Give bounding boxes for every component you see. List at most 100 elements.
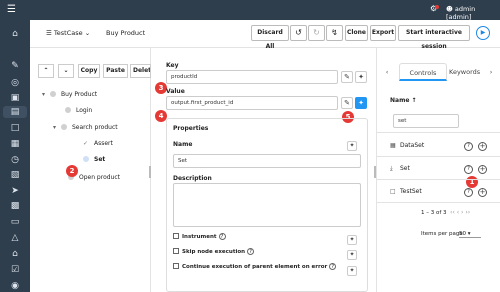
collapse-arrow-icon[interactable]: ▾	[42, 91, 50, 98]
dynamic-name-icon[interactable]: ✦	[347, 141, 357, 151]
testcase-icon[interactable]: ▤	[3, 106, 27, 118]
redo-icon[interactable]: ↻	[308, 25, 325, 41]
copy-button[interactable]: Copy	[78, 64, 100, 78]
list-item-set[interactable]: ⤓ Set	[390, 165, 410, 173]
add-icon[interactable]: +	[478, 142, 487, 151]
help-icon[interactable]: ?	[464, 142, 473, 151]
user-label: admin [admin]	[446, 5, 476, 21]
tree-node-buy-product[interactable]: ▾ Buy Product	[42, 91, 97, 98]
node-bullet-icon	[83, 156, 89, 162]
items-per-page-select[interactable]: 50 ▾	[459, 231, 481, 238]
user-menu[interactable]: ☻ admin [admin]	[446, 5, 500, 21]
house-icon[interactable]: ⌂	[8, 248, 22, 260]
collapse-arrow-icon[interactable]: ▾	[53, 124, 61, 131]
name-label: Name	[173, 141, 193, 148]
dynamic-key-icon[interactable]: ✦	[355, 71, 367, 83]
checkbox-box[interactable]	[173, 263, 179, 269]
checkbox-box[interactable]	[173, 233, 179, 239]
key-input[interactable]: productId	[166, 70, 338, 84]
home-icon[interactable]: ⌂	[8, 28, 22, 40]
step-marker-1: 1	[466, 176, 478, 188]
chevron-up-icon[interactable]: ⌃	[38, 64, 54, 78]
tree-node-label: Set	[94, 156, 106, 163]
discard-all-button[interactable]: Discard All	[251, 25, 289, 50]
help-icon[interactable]: ?	[218, 233, 226, 240]
value-input[interactable]: output.first_product_id	[166, 96, 338, 110]
help-icon[interactable]: ?	[329, 263, 337, 270]
dropdown-arrow-icon: ▾	[467, 231, 471, 237]
name-column-header[interactable]: Name ↑	[390, 97, 417, 104]
chevron-right-icon[interactable]: ›	[485, 63, 497, 81]
add-set-icon[interactable]: +	[478, 165, 487, 174]
document-icon[interactable]: □	[8, 122, 22, 134]
tree-node-login[interactable]: Login	[65, 107, 92, 114]
help-icon[interactable]: ?	[247, 248, 255, 255]
monitor-icon[interactable]: ▭	[8, 216, 22, 228]
merge-icon[interactable]: ↯	[326, 25, 343, 41]
tab-keywords[interactable]: Keywords	[449, 63, 481, 81]
divider	[377, 202, 500, 203]
dataset-icon: ▦	[390, 142, 396, 149]
start-interactive-session-button[interactable]: Start interactive session	[398, 25, 470, 50]
sort-arrow-up-icon: ↑	[411, 97, 417, 104]
plan-icon[interactable]: ▦	[8, 138, 22, 150]
undo-icon[interactable]: ↺	[290, 25, 307, 41]
tree-node-search-product[interactable]: ▾ Search product	[53, 124, 118, 131]
grid-icon[interactable]: ▩	[8, 200, 22, 212]
name-column-label: Name	[390, 97, 410, 104]
clock-icon[interactable]: ◷	[8, 154, 22, 166]
filter-input[interactable]: set	[393, 114, 459, 128]
instrument-checkbox[interactable]: Instrument?	[173, 233, 226, 240]
notification-bell-icon[interactable]: ⚙	[430, 4, 439, 13]
rocket-icon[interactable]: ➤	[8, 185, 22, 197]
run-icon[interactable]: ▶	[476, 26, 490, 40]
list-item-testset[interactable]: □ TestSet	[390, 188, 422, 195]
export-button[interactable]: Export	[370, 25, 396, 41]
tree-node-label: Search product	[72, 124, 118, 131]
help-icon[interactable]: ?	[464, 165, 473, 174]
node-bullet-icon	[65, 107, 71, 113]
chevron-left-icon[interactable]: ‹	[381, 63, 393, 81]
divider	[377, 179, 500, 180]
delete-button[interactable]: Delete	[130, 64, 151, 78]
panel-resize-handle[interactable]	[374, 166, 376, 178]
target-icon[interactable]: ◎	[8, 77, 22, 89]
dynamic-skip-icon[interactable]: ✦	[347, 250, 357, 260]
notification-dot	[435, 5, 439, 9]
skip-node-checkbox[interactable]: Skip node execution?	[173, 248, 255, 255]
edit-icon[interactable]: ✎	[8, 60, 22, 72]
tree-node-assert[interactable]: ✓ Assert	[83, 140, 113, 147]
chevron-down-icon[interactable]: ⌄	[58, 64, 74, 78]
continue-on-error-checkbox[interactable]: Continue execution of parent element on …	[173, 263, 337, 270]
checkbox-box[interactable]	[173, 248, 179, 254]
dynamic-continue-icon[interactable]: ✦	[347, 266, 357, 276]
tree-node-set[interactable]: Set	[83, 156, 105, 163]
edit-key-icon[interactable]: ✎	[341, 71, 353, 83]
name-input[interactable]: Set	[173, 154, 361, 168]
editor-header: ☰ TestCase ⌄ Buy Product Discard All ↺ ↻…	[30, 20, 500, 50]
list-item-dataset[interactable]: ▦ DataSet	[390, 142, 424, 149]
first-page-icon[interactable]: ‹‹ ‹ › ››	[450, 209, 470, 216]
library-panel: ‹ Controls Keywords › Name ↑ set ▦ DataSe…	[377, 48, 500, 292]
tab-controls[interactable]: Controls	[399, 63, 447, 81]
entity-type-selector[interactable]: ☰ TestCase ⌄	[46, 29, 90, 37]
dynamic-value-icon[interactable]: ✦	[355, 97, 367, 109]
file-icon[interactable]: ▧	[8, 169, 22, 181]
node-bullet-icon	[61, 124, 67, 130]
help-icon[interactable]: ?	[464, 188, 473, 197]
warning-icon[interactable]: △	[8, 232, 22, 244]
paste-button[interactable]: Paste	[103, 64, 128, 78]
dynamic-instrument-icon[interactable]: ✦	[347, 235, 357, 245]
tree-node-label: Buy Product	[61, 91, 98, 98]
clone-button[interactable]: Clone	[345, 25, 368, 41]
add-icon[interactable]: +	[478, 188, 487, 197]
value-label: Value	[166, 88, 185, 95]
checklist-icon[interactable]: ☑	[8, 264, 22, 276]
description-textarea[interactable]	[173, 183, 361, 227]
support-icon[interactable]: ◉	[8, 280, 22, 292]
cube-icon[interactable]: ▣	[8, 92, 22, 104]
hamburger-menu-icon[interactable]: ☰	[7, 4, 16, 16]
edit-value-icon[interactable]: ✎	[341, 97, 353, 109]
skip-node-label: Skip node execution	[182, 249, 246, 255]
top-bar: ☰ ⚙ ☻ admin [admin]	[0, 0, 500, 21]
